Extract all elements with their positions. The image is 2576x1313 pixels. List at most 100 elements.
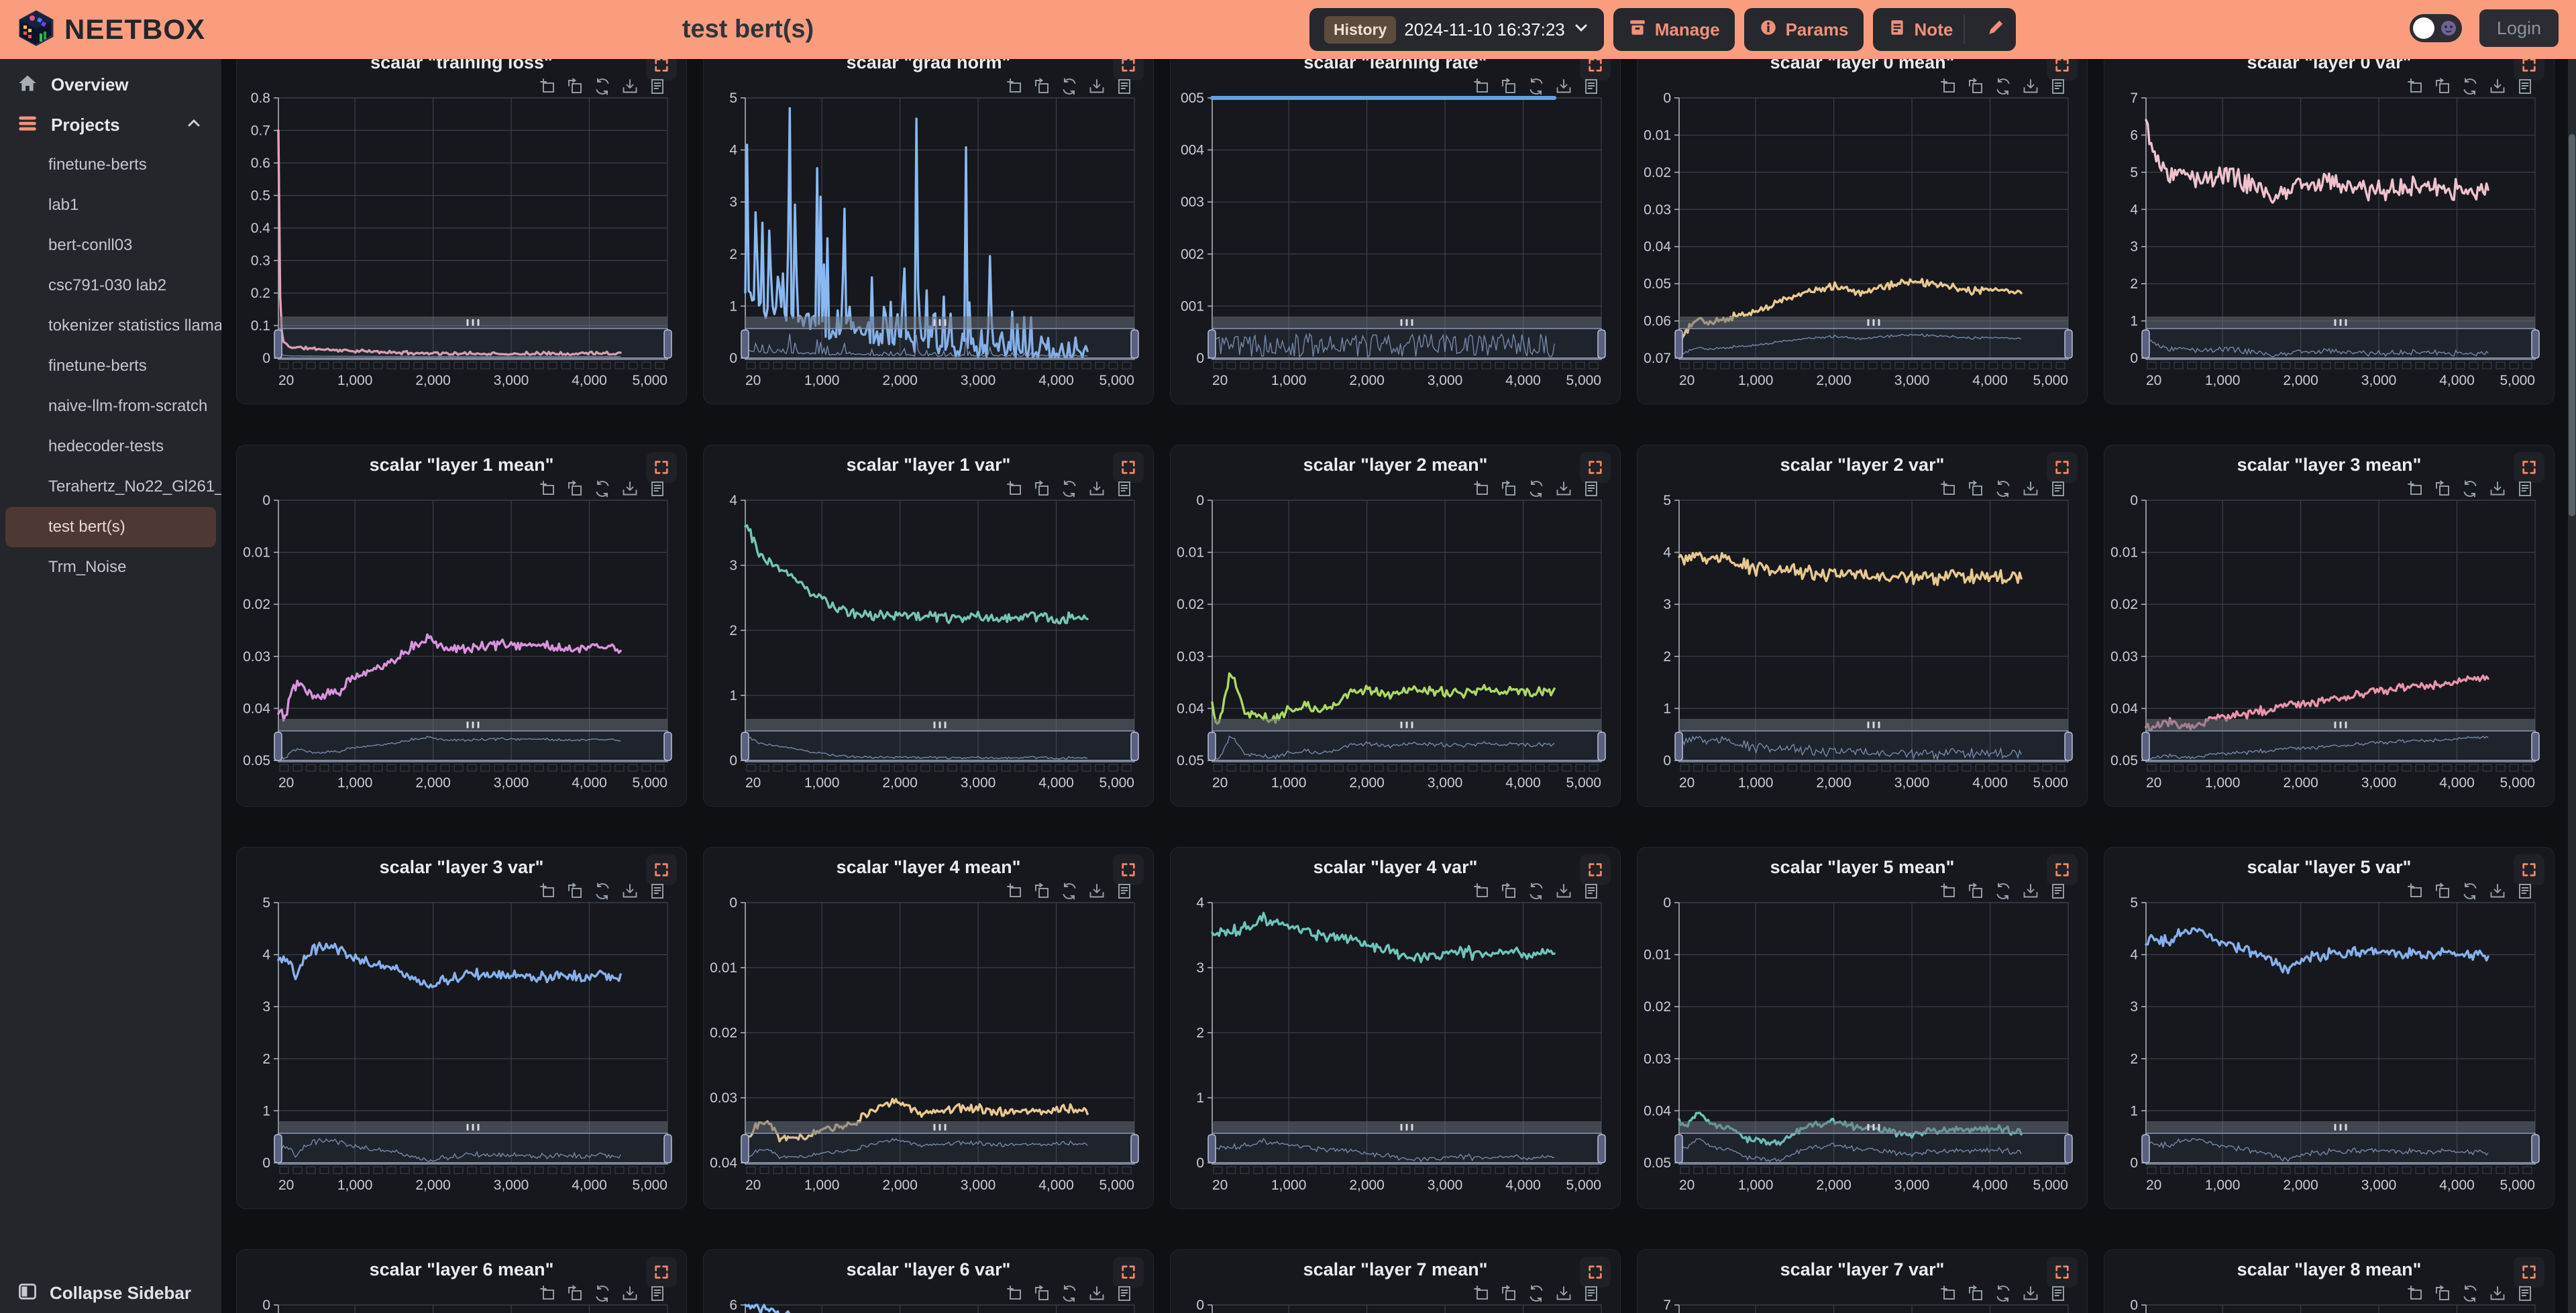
chart-plot[interactable]: 00.010.020.030.040.05201,0002,0003,0004,… — [237, 445, 687, 807]
data-view-icon[interactable] — [2516, 1285, 2534, 1302]
datazoom-slider[interactable] — [1208, 1121, 1605, 1174]
datazoom-slider[interactable] — [741, 719, 1138, 771]
data-view-icon[interactable] — [649, 882, 666, 900]
datazoom-slider[interactable] — [274, 317, 672, 369]
data-view-icon[interactable] — [1582, 480, 1600, 498]
datazoom-right-handle[interactable] — [1598, 1135, 1605, 1163]
datazoom-right-handle[interactable] — [1598, 330, 1605, 358]
restore-icon[interactable] — [1967, 882, 1984, 900]
datazoom-left-handle[interactable] — [274, 330, 282, 358]
refresh-icon[interactable] — [594, 480, 611, 498]
datazoom-right-handle[interactable] — [664, 1135, 672, 1163]
refresh-icon[interactable] — [594, 1285, 611, 1302]
restore-icon[interactable] — [2434, 480, 2451, 498]
datazoom-slider[interactable] — [1208, 719, 1605, 771]
datazoom-slider[interactable] — [741, 1121, 1138, 1174]
vertical-scrollbar[interactable] — [2568, 59, 2576, 1313]
datazoom-left-handle[interactable] — [741, 732, 749, 760]
login-button[interactable]: Login — [2479, 9, 2559, 47]
zoom-select-icon[interactable] — [539, 1285, 556, 1302]
sidebar-item-overview[interactable]: Overview — [0, 64, 221, 105]
zoom-select-icon[interactable] — [1472, 882, 1490, 900]
download-icon[interactable] — [2489, 882, 2506, 900]
datazoom-left-handle[interactable] — [2142, 732, 2149, 760]
zoom-select-icon[interactable] — [2406, 78, 2424, 95]
download-icon[interactable] — [1088, 480, 1106, 498]
restore-icon[interactable] — [1967, 480, 1984, 498]
data-view-icon[interactable] — [2049, 1285, 2067, 1302]
datazoom-right-handle[interactable] — [2065, 1135, 2072, 1163]
datazoom-left-handle[interactable] — [2142, 1135, 2149, 1163]
datazoom-slider[interactable] — [1675, 1121, 2072, 1174]
chart-plot[interactable]: 543210201,0002,0003,0004,0005,000 — [1638, 445, 2088, 807]
sidebar-item-projects[interactable]: Projects — [0, 105, 221, 145]
download-icon[interactable] — [621, 480, 639, 498]
restore-icon[interactable] — [566, 78, 584, 95]
restore-icon[interactable] — [566, 1285, 584, 1302]
datazoom-left-handle[interactable] — [1675, 1135, 1682, 1163]
zoom-select-icon[interactable] — [539, 78, 556, 95]
datazoom-right-handle[interactable] — [2065, 732, 2072, 760]
datazoom-left-handle[interactable] — [274, 1135, 282, 1163]
download-icon[interactable] — [1555, 78, 1572, 95]
datazoom-right-handle[interactable] — [2065, 330, 2072, 358]
chart-plot[interactable]: 00.010.020.030.040.05201,0002,0003,0004,… — [2104, 445, 2555, 807]
refresh-icon[interactable] — [1994, 78, 2012, 95]
chart-plot[interactable]: 543210201,0002,0003,0004,0005,000 — [237, 848, 687, 1209]
refresh-icon[interactable] — [1061, 480, 1078, 498]
chart-plot[interactable]: 6543210201,0002,0003,0004,0005,000 — [704, 1250, 1154, 1313]
sidebar-project-item[interactable]: csc791-030 lab2 — [0, 266, 221, 306]
data-view-icon[interactable] — [2516, 78, 2534, 95]
datazoom-slider[interactable] — [1208, 317, 1605, 369]
datazoom-left-handle[interactable] — [274, 732, 282, 760]
datazoom-left-handle[interactable] — [741, 1135, 749, 1163]
refresh-icon[interactable] — [1061, 78, 1078, 95]
refresh-icon[interactable] — [1061, 1285, 1078, 1302]
datazoom-slider[interactable] — [2142, 317, 2539, 369]
expand-chart-button[interactable] — [2514, 854, 2544, 885]
note-icon[interactable] — [1888, 18, 1907, 42]
datazoom-slider[interactable] — [741, 317, 1138, 369]
expand-chart-button[interactable] — [1580, 854, 1611, 885]
zoom-select-icon[interactable] — [1006, 1285, 1023, 1302]
chart-plot[interactable]: 76543210201,0002,0003,0004,0005,000 — [2104, 59, 2555, 404]
restore-icon[interactable] — [566, 480, 584, 498]
chart-plot[interactable]: 543210201,0002,0003,0004,0005,000 — [704, 59, 1154, 404]
zoom-select-icon[interactable] — [1939, 78, 1957, 95]
download-icon[interactable] — [1555, 1285, 1572, 1302]
download-icon[interactable] — [2022, 78, 2039, 95]
zoom-select-icon[interactable] — [1006, 882, 1023, 900]
restore-icon[interactable] — [2434, 1285, 2451, 1302]
restore-icon[interactable] — [1967, 1285, 1984, 1302]
chart-plot[interactable]: 0.80.70.60.50.40.30.20.10201,0002,0003,0… — [237, 59, 687, 404]
zoom-select-icon[interactable] — [1939, 882, 1957, 900]
zoom-select-icon[interactable] — [1939, 1285, 1957, 1302]
restore-icon[interactable] — [566, 882, 584, 900]
data-view-icon[interactable] — [649, 1285, 666, 1302]
sidebar-project-item[interactable]: finetune-berts — [0, 346, 221, 386]
restore-icon[interactable] — [1500, 882, 1517, 900]
expand-chart-button[interactable] — [2514, 452, 2544, 483]
zoom-select-icon[interactable] — [1472, 1285, 1490, 1302]
datazoom-right-handle[interactable] — [2532, 1135, 2539, 1163]
expand-chart-button[interactable] — [1113, 854, 1144, 885]
sidebar-project-item[interactable]: naive-llm-from-scratch — [0, 386, 221, 426]
refresh-icon[interactable] — [1994, 480, 2012, 498]
datazoom-left-handle[interactable] — [1208, 1135, 1216, 1163]
refresh-icon[interactable] — [2461, 882, 2479, 900]
data-view-icon[interactable] — [649, 78, 666, 95]
edit-pencil-icon[interactable] — [1976, 18, 2016, 42]
refresh-icon[interactable] — [2461, 480, 2479, 498]
data-view-icon[interactable] — [1116, 78, 1133, 95]
datazoom-left-handle[interactable] — [1208, 330, 1216, 358]
zoom-select-icon[interactable] — [1006, 480, 1023, 498]
expand-chart-button[interactable] — [646, 854, 677, 885]
collapse-sidebar-button[interactable]: Collapse Sidebar — [17, 1281, 191, 1305]
data-view-icon[interactable] — [2049, 480, 2067, 498]
zoom-select-icon[interactable] — [1006, 78, 1023, 95]
datazoom-left-handle[interactable] — [1208, 732, 1216, 760]
datazoom-right-handle[interactable] — [2532, 732, 2539, 760]
data-view-icon[interactable] — [649, 480, 666, 498]
restore-icon[interactable] — [1033, 1285, 1051, 1302]
history-dropdown[interactable]: History 2024-11-10 16:37:23 — [1309, 8, 1604, 51]
